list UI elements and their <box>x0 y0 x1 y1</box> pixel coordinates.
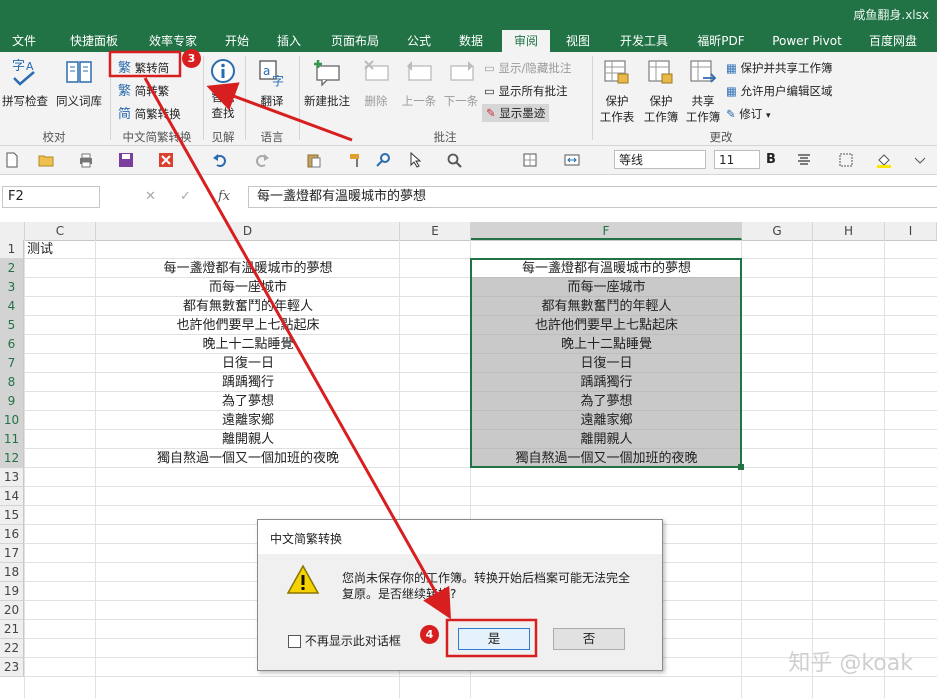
arrow-to-yes <box>143 77 451 620</box>
step-3-badge: 3 <box>182 49 201 68</box>
step-4-badge: 4 <box>420 625 439 644</box>
highlight-t2s-box <box>108 50 182 78</box>
arrow-to-ribbon <box>206 82 353 142</box>
annotation-overlay <box>108 50 538 658</box>
watermark: 知乎 @koak <box>788 651 913 676</box>
highlight-yes-box <box>445 618 538 658</box>
